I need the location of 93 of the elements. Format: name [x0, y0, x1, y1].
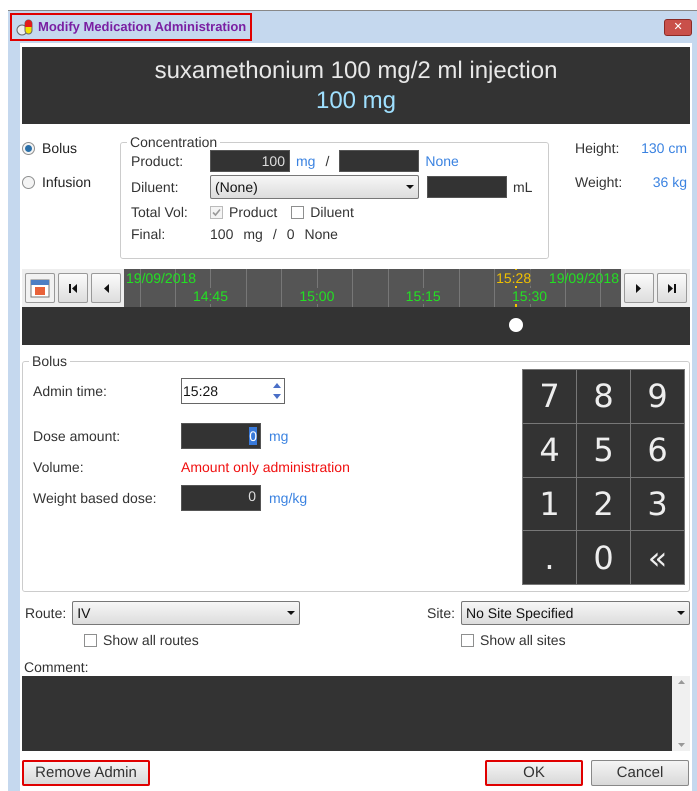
unit-label: mL [513, 178, 532, 196]
field-label: Route: [25, 604, 66, 622]
field-label: Admin time: [33, 382, 108, 400]
unit-label: mg [296, 152, 316, 171]
field-label: Weight based dose: [33, 488, 158, 508]
comment-label: Comment: [23, 658, 90, 676]
current-time: 15:28 [496, 270, 532, 286]
checkbox-label: Show all routes [103, 630, 199, 650]
final-value: 0 [286, 224, 294, 244]
time-tick: 15:30 [512, 288, 548, 304]
unit-label: mg [269, 426, 288, 446]
dose-text: 100 mg [316, 86, 396, 116]
slash-text: / [325, 152, 330, 170]
dose-field[interactable]: 0 [181, 423, 261, 449]
keypad-key[interactable]: 5 [577, 424, 630, 476]
field-label: Site: [426, 604, 455, 622]
group-title: Bolus [29, 353, 70, 369]
triangle-right-icon [635, 284, 643, 292]
keypad-key[interactable]: 2 [577, 478, 630, 530]
pills-icon [16, 18, 34, 36]
final-value: / [272, 224, 277, 244]
keypad-key[interactable]: . [523, 531, 576, 584]
start-date: 19/09/2018 [126, 270, 196, 286]
window-title: Modify Medication Administration [10, 13, 252, 41]
unit-label: mg/kg [269, 488, 308, 508]
checkbox-label: Product [229, 202, 278, 222]
radio-label: Bolus [42, 139, 78, 158]
product-field[interactable]: 100 [210, 150, 290, 172]
caret-icon [287, 611, 296, 615]
checkbox-label: Show all sites [480, 630, 566, 650]
final-value: 100 [210, 224, 234, 244]
previous-button[interactable] [91, 273, 121, 303]
keypad-key[interactable]: 3 [631, 478, 684, 530]
radio-button[interactable] [22, 176, 35, 189]
field-label: Dose amount: [33, 426, 122, 446]
volume-message: Amount only administration [181, 458, 350, 477]
checkbox[interactable] [291, 206, 304, 218]
site-dropdown[interactable]: No Site Specified [461, 601, 690, 625]
keypad-key[interactable]: 0 [577, 531, 630, 584]
keypad-key[interactable]: 1 [523, 478, 576, 530]
keypad-key[interactable]: 4 [523, 424, 576, 476]
diluent-dropdown[interactable]: (None) [210, 175, 419, 199]
field-label: Total Vol: [131, 202, 189, 222]
triangle-left-icon [102, 284, 110, 292]
keypad-key[interactable]: 6 [631, 424, 684, 476]
unit-label: None [425, 152, 459, 170]
skip-start-icon [69, 284, 77, 292]
field-label: Product: [131, 152, 184, 170]
next-button[interactable] [624, 273, 654, 303]
comment-field[interactable] [22, 676, 672, 751]
close-button[interactable]: ✕ [664, 18, 692, 36]
caret-icon [677, 611, 685, 615]
radio-button[interactable] [22, 142, 35, 155]
keypad-key[interactable]: 7 [523, 370, 576, 423]
last-button[interactable] [657, 273, 687, 303]
cancel-button[interactable]: Cancel [591, 760, 689, 786]
ok-button[interactable]: OK [485, 760, 583, 786]
drug-name: suxamethonium 100 mg/2 ml injection [154, 56, 558, 86]
field-label: Volume: [33, 458, 85, 476]
keypad-key[interactable]: 9 [631, 370, 684, 423]
patient-label: Weight: [575, 173, 622, 192]
weight-dose-field[interactable]: 0 [181, 485, 261, 511]
diluent-volume-field[interactable] [427, 176, 507, 198]
final-value: None [304, 224, 338, 244]
remove-admin-button[interactable]: Remove Admin [22, 760, 150, 786]
field-label: Diluent: [131, 178, 180, 196]
calendar-icon [29, 277, 51, 299]
keypad-key[interactable]: « [631, 531, 684, 584]
per-amount-field[interactable] [339, 150, 420, 172]
checkbox[interactable] [461, 634, 474, 646]
radio-label: Infusion [42, 173, 92, 192]
field-label: Final: [131, 224, 166, 244]
caret-icon [406, 185, 414, 189]
patient-label: Height: [575, 139, 620, 158]
final-value: mg [243, 224, 263, 244]
time-tick: 15:00 [299, 288, 334, 304]
skip-end-icon [668, 284, 676, 292]
patient-value: 130 cm [641, 139, 687, 158]
calendar-button[interactable] [25, 273, 55, 303]
route-dropdown[interactable]: IV [72, 601, 300, 625]
time-tick: 14:45 [192, 288, 228, 304]
group-title: Concentration [127, 134, 220, 150]
scroll-down-icon[interactable] [678, 743, 684, 747]
admin-time-field[interactable]: 15:28 [181, 378, 285, 404]
checkbox-label: Diluent [310, 202, 354, 222]
checkbox[interactable] [84, 634, 97, 646]
end-date: 19/09/2018 [548, 270, 619, 286]
time-tick: 15:15 [406, 288, 441, 304]
patient-value: 36 kg [652, 173, 687, 192]
scrollbar[interactable] [672, 676, 690, 751]
keypad-key[interactable]: 8 [577, 370, 630, 423]
scroll-up-icon[interactable] [678, 680, 684, 684]
first-button[interactable] [58, 273, 88, 303]
